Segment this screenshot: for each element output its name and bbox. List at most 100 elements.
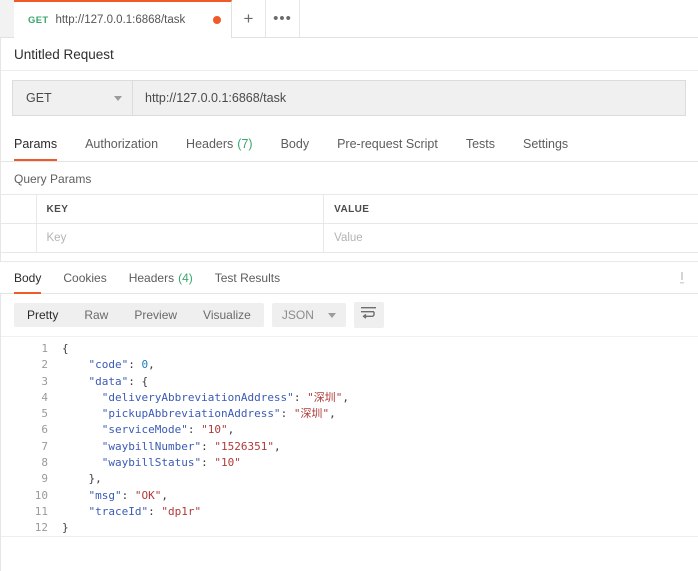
response-tab-cookies-label: Cookies: [63, 271, 106, 285]
response-language-select[interactable]: JSON: [272, 303, 346, 327]
response-tab-headers-label: Headers: [129, 271, 174, 285]
line-number: 6: [0, 422, 62, 438]
response-tab-body[interactable]: Body: [14, 262, 52, 294]
tab-params[interactable]: Params: [14, 127, 71, 161]
view-visualize-button[interactable]: Visualize: [190, 303, 264, 327]
line-content: "pickupAbbreviationAddress": "深圳",: [62, 406, 336, 422]
table-row: Key Value: [0, 224, 698, 253]
tab-tests[interactable]: Tests: [452, 127, 509, 161]
param-key-input[interactable]: Key: [36, 224, 324, 253]
tab-settings[interactable]: Settings: [509, 127, 582, 161]
unsaved-changes-icon[interactable]: [213, 16, 221, 24]
response-body-viewer[interactable]: 1{ 2 "code": 0, 3 "data": { 4 "deliveryA…: [0, 336, 698, 537]
request-section-tabs: Params Authorization Headers (7) Body Pr…: [0, 128, 698, 162]
postman-window: GET http://127.0.0.1:6868/task + ••• Unt…: [0, 0, 698, 571]
new-tab-button[interactable]: +: [232, 0, 266, 37]
line-content: },: [62, 471, 102, 487]
line-number: 10: [0, 488, 62, 504]
code-line: 1{: [0, 341, 698, 357]
tab-tests-label: Tests: [466, 137, 495, 151]
line-number: 4: [0, 390, 62, 406]
line-content: "waybillStatus": "10": [62, 455, 241, 471]
url-bar: GET http://127.0.0.1:6868/task: [12, 80, 686, 116]
tab-url-label: http://127.0.0.1:6868/task: [55, 14, 200, 26]
line-content: "data": {: [62, 374, 148, 390]
query-params-table: KEY VALUE Key Value: [0, 194, 698, 253]
line-number: 2: [0, 357, 62, 373]
query-params-title: Query Params: [0, 162, 698, 194]
url-bar-container: GET http://127.0.0.1:6868/task: [0, 70, 698, 128]
tab-options-button[interactable]: •••: [266, 0, 300, 37]
line-number: 12: [0, 520, 62, 535]
wrap-lines-icon: [361, 306, 376, 324]
response-language-value: JSON: [282, 308, 314, 322]
http-method-select[interactable]: GET: [12, 80, 132, 116]
code-line: 10 "msg": "OK",: [0, 488, 698, 504]
view-preview-button[interactable]: Preview: [121, 303, 190, 327]
response-tab-headers-count: (4): [178, 271, 193, 285]
tab-pre-request-script[interactable]: Pre-request Script: [323, 127, 452, 161]
chevron-down-icon: [328, 313, 336, 318]
table-header-row: KEY VALUE: [0, 195, 698, 224]
line-number: 9: [0, 471, 62, 487]
response-tab-test-results[interactable]: Test Results: [204, 262, 291, 294]
wrap-lines-button[interactable]: [354, 302, 384, 328]
url-input[interactable]: http://127.0.0.1:6868/task: [132, 80, 686, 116]
code-line: 5 "pickupAbbreviationAddress": "深圳",: [0, 406, 698, 422]
line-content: "msg": "OK",: [62, 488, 168, 504]
row-checkbox-cell[interactable]: [0, 224, 36, 253]
code-line: 12}: [0, 520, 698, 536]
http-method-value: GET: [26, 91, 52, 105]
line-number: 1: [0, 341, 62, 357]
tab-body-label: Body: [281, 137, 310, 151]
tab-headers-count: (7): [237, 137, 252, 151]
response-tab-test-results-label: Test Results: [215, 271, 280, 285]
tab-method-label: GET: [28, 15, 48, 26]
line-content: "deliveryAbbreviationAddress": "深圳",: [62, 390, 349, 406]
request-tab-active[interactable]: GET http://127.0.0.1:6868/task: [14, 0, 232, 38]
tab-strip-filler: [300, 0, 698, 37]
request-title: Untitled Request: [0, 38, 698, 70]
param-value-input[interactable]: Value: [324, 224, 698, 253]
tab-headers[interactable]: Headers (7): [172, 127, 267, 161]
line-content: "traceId": "dp1r": [62, 504, 201, 520]
left-edge-divider: [0, 38, 1, 571]
code-line: 3 "data": {: [0, 374, 698, 390]
response-meta-overflow-icon[interactable]: [680, 271, 684, 285]
response-format-toolbar: Pretty Raw Preview Visualize JSON: [0, 294, 698, 336]
select-all-gutter[interactable]: [0, 195, 36, 224]
code-line: 9 },: [0, 471, 698, 487]
response-section-tabs: Body Cookies Headers (4) Test Results: [0, 262, 698, 294]
tab-settings-label: Settings: [523, 137, 568, 151]
line-content: "waybillNumber": "1526351",: [62, 439, 281, 455]
response-tab-cookies[interactable]: Cookies: [52, 262, 117, 294]
code-line: 6 "serviceMode": "10",: [0, 422, 698, 438]
request-tab-strip: GET http://127.0.0.1:6868/task + •••: [0, 0, 698, 38]
line-content: "code": 0,: [62, 357, 155, 373]
code-line: 8 "waybillStatus": "10": [0, 455, 698, 471]
line-number: 3: [0, 374, 62, 390]
tab-body[interactable]: Body: [267, 127, 324, 161]
line-content: {: [62, 341, 69, 357]
tab-pre-request-script-label: Pre-request Script: [337, 137, 438, 151]
view-raw-button[interactable]: Raw: [71, 303, 121, 327]
column-header-value: VALUE: [324, 195, 698, 224]
tab-params-label: Params: [14, 137, 57, 151]
view-pretty-button[interactable]: Pretty: [14, 303, 71, 327]
code-line: 4 "deliveryAbbreviationAddress": "深圳",: [0, 390, 698, 406]
code-line: 11 "traceId": "dp1r": [0, 504, 698, 520]
code-line: 2 "code": 0,: [0, 357, 698, 373]
line-content: "serviceMode": "10",: [62, 422, 234, 438]
tab-authorization-label: Authorization: [85, 137, 158, 151]
line-number: 8: [0, 455, 62, 471]
line-number: 7: [0, 439, 62, 455]
chevron-down-icon: [114, 96, 122, 101]
tab-headers-label: Headers: [186, 137, 233, 151]
line-number: 5: [0, 406, 62, 422]
response-tab-headers[interactable]: Headers (4): [118, 262, 204, 294]
line-number: 11: [0, 504, 62, 520]
line-content: }: [62, 520, 69, 535]
tab-authorization[interactable]: Authorization: [71, 127, 172, 161]
code-line: 7 "waybillNumber": "1526351",: [0, 439, 698, 455]
url-input-value: http://127.0.0.1:6868/task: [145, 91, 286, 105]
